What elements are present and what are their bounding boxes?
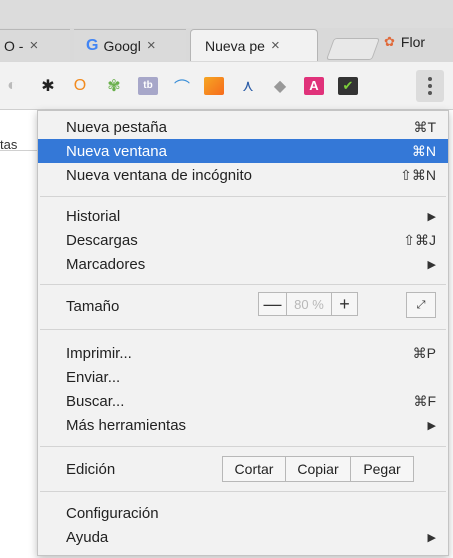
menu-separator — [40, 491, 446, 492]
menu-item-new-tab[interactable]: Nueva pestaña ⌘T — [38, 115, 448, 139]
dot-icon — [428, 91, 432, 95]
menu-separator — [40, 329, 446, 330]
submenu-arrow-icon: ▶ — [427, 210, 436, 223]
menu-separator — [40, 284, 446, 285]
dot-icon — [428, 84, 432, 88]
flower-icon: ✿ — [384, 34, 395, 49]
paste-button[interactable]: Pegar — [351, 456, 414, 482]
menu-item-new-incognito[interactable]: Nueva ventana de incógnito ⇧⌘N — [38, 163, 448, 187]
edit-buttons: Cortar Copiar Pegar — [222, 456, 414, 482]
tab-1-label: O - — [4, 37, 24, 54]
menu-item-find[interactable]: Buscar... ⌘F — [38, 389, 448, 413]
new-tab-button[interactable] — [325, 38, 381, 60]
submenu-arrow-icon: ▶ — [427, 531, 436, 544]
tab-strip: O - × G Googl × Nueva pe × ✿ Flor — [0, 0, 453, 62]
menu-item-bookmarks[interactable]: Marcadores ▶ — [38, 252, 448, 276]
menu-item-downloads[interactable]: Descargas ⇧⌘J — [38, 228, 448, 252]
compass-icon[interactable]: ⋏ — [238, 76, 258, 96]
tb-extension-icon[interactable]: tb — [138, 76, 158, 96]
submenu-arrow-icon: ▶ — [427, 258, 436, 271]
menu-item-print[interactable]: Imprimir... ⌘P — [38, 341, 448, 365]
menu-label: Descargas — [66, 231, 138, 249]
tab-flor[interactable]: ✿ Flor — [384, 34, 425, 50]
fullscreen-button[interactable]: ⤢ — [406, 292, 436, 318]
cut-button[interactable]: Cortar — [222, 456, 286, 482]
submenu-arrow-icon: ▶ — [427, 419, 436, 432]
chrome-menu: Nueva pestaña ⌘T Nueva ventana ⌘N Nueva … — [37, 110, 449, 556]
menu-item-settings[interactable]: Configuración — [38, 501, 448, 525]
toolbar: ◐ ✱ O ✾ tb ⌒ ⋏ ◆ A ✔ — [0, 62, 453, 110]
menu-label: Nueva ventana de incógnito — [66, 166, 252, 184]
menu-label: Nueva ventana — [66, 142, 167, 160]
menu-label: Marcadores — [66, 255, 146, 273]
menu-label: Buscar... — [66, 392, 125, 410]
tab-new-tab-active[interactable]: Nueva pe × — [190, 29, 318, 61]
tab-google-label: Googl — [103, 37, 141, 54]
google-logo-icon: G — [86, 36, 99, 54]
a-icon[interactable]: A — [304, 76, 324, 96]
menu-shortcut: ⌘P — [412, 344, 436, 361]
layers-icon[interactable]: ◆ — [270, 76, 290, 96]
page-text-fragment: tas — [0, 137, 18, 152]
tab-flor-label: Flor — [400, 34, 426, 50]
menu-shortcut: ⌘F — [413, 392, 436, 409]
menu-item-zoom: Tamaño — [38, 293, 448, 319]
zoom-control: — 80 % + — [258, 292, 358, 316]
menu-button[interactable] — [416, 70, 444, 102]
menu-label: Más herramientas — [66, 416, 187, 434]
tab-google-close-icon[interactable]: × — [147, 37, 156, 54]
menu-label: Imprimir... — [66, 344, 132, 362]
tab-active-close-icon[interactable]: × — [271, 37, 280, 54]
zoom-in-button[interactable]: + — [331, 293, 357, 315]
menu-separator — [40, 446, 446, 447]
key-icon[interactable]: O — [70, 76, 90, 96]
zoom-out-button[interactable]: — — [259, 293, 287, 315]
menu-item-cast[interactable]: Enviar... — [38, 365, 448, 389]
menu-item-more-tools[interactable]: Más herramientas ▶ — [38, 413, 448, 437]
menu-label: Nueva pestaña — [66, 118, 167, 136]
menu-shortcut: ⌘N — [411, 142, 436, 159]
arc-icon[interactable]: ⌒ — [172, 76, 192, 97]
menu-label: Tamaño — [66, 297, 120, 315]
menu-shortcut: ⇧⌘J — [403, 231, 436, 248]
menu-label: Enviar... — [66, 368, 121, 386]
extension-partial-icon[interactable]: ◐ — [2, 76, 22, 96]
menu-item-history[interactable]: Historial ▶ — [38, 204, 448, 228]
menu-shortcut: ⌘T — [413, 118, 436, 135]
fullscreen-icon: ⤢ — [416, 298, 426, 311]
menu-separator — [40, 196, 446, 197]
menu-item-new-window[interactable]: Nueva ventana ⌘N — [38, 139, 448, 163]
menu-shortcut: ⇧⌘N — [400, 166, 436, 183]
menu-label: Historial — [66, 207, 121, 225]
tab-1[interactable]: O - × — [0, 29, 70, 61]
menu-label: Configuración — [66, 504, 159, 522]
chart-icon[interactable] — [204, 76, 224, 96]
gear-icon[interactable]: ✱ — [38, 76, 58, 96]
tab-1-close-icon[interactable]: × — [29, 37, 38, 54]
zoom-level: 80 % — [294, 296, 324, 312]
dot-icon — [428, 77, 432, 81]
tab-active-label: Nueva pe — [205, 37, 265, 54]
copy-button[interactable]: Copiar — [286, 456, 351, 482]
title-bar — [0, 0, 453, 28]
flower-ext-icon[interactable]: ✾ — [104, 76, 124, 96]
menu-label: Ayuda — [66, 528, 109, 546]
tab-google[interactable]: G Googl × — [74, 29, 186, 61]
menu-item-help[interactable]: Ayuda ▶ — [38, 525, 448, 549]
checklist-icon[interactable]: ✔ — [338, 76, 358, 96]
